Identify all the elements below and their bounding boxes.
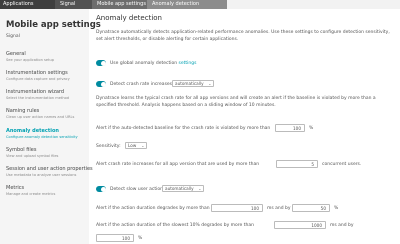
- action-ms-and-by: ms and by: [267, 206, 291, 211]
- crash-toggle-label: Detect crash rate increases: [110, 82, 173, 87]
- breadcrumb-anomaly-detection: Anomaly detection: [147, 0, 227, 9]
- sidebar-item-label: Symbol files: [6, 147, 37, 153]
- sidebar-item-instrumentation-wizard[interactable]: Instrumentation wizard Select the instru…: [6, 89, 88, 100]
- action-duration-pct-input[interactable]: 50: [292, 204, 330, 212]
- slowest-duration-label: Alert if the action duration of the slow…: [96, 223, 254, 228]
- sensitivity-label: Sensitivity:: [96, 144, 121, 149]
- breadcrumb-applications[interactable]: Applications: [0, 0, 60, 9]
- sidebar-item-naming-rules[interactable]: Naming rules Clean up user action names …: [6, 108, 88, 119]
- sidebar-item-label: Anomaly detection: [6, 128, 59, 134]
- action-duration-ms-input[interactable]: 100: [211, 204, 263, 212]
- sidebar-item-desc: View and upload symbol files: [6, 154, 59, 158]
- sidebar-subtitle: Signal: [6, 34, 20, 39]
- global-anomaly-toggle[interactable]: [96, 60, 106, 66]
- slowest-duration-pct-input[interactable]: 100: [96, 234, 134, 242]
- sidebar-item-metrics[interactable]: Metrics Manage and create metrics: [6, 185, 88, 196]
- crash-users-label: Alert crash rate increases for all app v…: [96, 162, 260, 167]
- crash-rate-toggle[interactable]: [96, 81, 106, 87]
- sidebar-item-general[interactable]: General See your application setup: [6, 51, 88, 62]
- sidebar-item-desc: Clean up user action names and URLs: [6, 115, 75, 119]
- sidebar-item-anomaly-detection[interactable]: Anomaly detection Configure anomaly dete…: [6, 128, 88, 139]
- chevron-down-icon: ⌄: [198, 186, 202, 191]
- crash-threshold-unit: %: [309, 126, 314, 131]
- sidebar-item-label: Naming rules: [6, 108, 40, 114]
- sidebar-item-desc: Manage and create metrics: [6, 192, 56, 196]
- crash-users-unit: concurrent users.: [322, 162, 362, 167]
- sidebar-item-session-properties[interactable]: Session and user action properties Use m…: [6, 166, 93, 177]
- breadcrumb-signal[interactable]: Signal: [55, 0, 97, 9]
- main-content: Anomaly detection Dynatrace automaticall…: [96, 9, 400, 244]
- sidebar-item-label: Instrumentation wizard: [6, 89, 65, 95]
- chevron-down-icon: ⌄: [141, 143, 145, 148]
- crash-users-input[interactable]: 5: [276, 160, 318, 168]
- sidebar: Mobile app settings Signal General See y…: [0, 9, 101, 244]
- crash-threshold-input[interactable]: 100: [275, 124, 305, 132]
- slowest-ms-and-by: ms and by: [330, 223, 354, 228]
- sidebar-item-symbol-files[interactable]: Symbol files View and upload symbol file…: [6, 147, 88, 158]
- page-title: Anomaly detection: [96, 14, 162, 22]
- intro-text: Dynatrace automatically detects applicat…: [96, 30, 390, 42]
- slow-actions-toggle[interactable]: [96, 186, 106, 192]
- sidebar-item-label: Metrics: [6, 185, 25, 191]
- slow-mode-select[interactable]: automatically ⌄: [162, 185, 204, 192]
- sidebar-item-label: Instrumentation settings: [6, 70, 68, 76]
- sidebar-item-label: Session and user action properties: [6, 166, 93, 172]
- action-pct-unit: %: [334, 206, 339, 211]
- sidebar-item-desc: Configure data capture and privacy: [6, 77, 70, 81]
- chevron-down-icon: ⌄: [208, 81, 212, 86]
- slowest-duration-ms-input[interactable]: 1000: [274, 221, 326, 229]
- sidebar-title: Mobile app settings: [6, 20, 101, 30]
- sensitivity-select[interactable]: Low ⌄: [125, 142, 147, 149]
- crash-threshold-label: Alert if the auto-detected baseline for …: [96, 126, 271, 131]
- breadcrumb-mobile-app-settings[interactable]: Mobile app settings: [92, 0, 152, 9]
- settings-link[interactable]: settings: [179, 61, 197, 66]
- sidebar-item-desc: Configure anomaly detection sensitivity: [6, 135, 78, 139]
- crash-description: Dynatrace learns the typical crash rate …: [96, 96, 376, 108]
- global-toggle-label: Use global anomaly detection settings: [110, 61, 197, 66]
- crash-mode-select[interactable]: automatically ⌄: [172, 80, 214, 87]
- slowest-pct-unit: %: [138, 236, 143, 241]
- sidebar-item-desc: Use metadata to analyze user sessions: [6, 173, 77, 177]
- action-duration-label: Alert if the action duration degrades by…: [96, 206, 210, 211]
- sidebar-item-label: General: [6, 51, 26, 57]
- slow-toggle-label: Detect slow user actions: [110, 187, 166, 192]
- sidebar-item-instrumentation-settings[interactable]: Instrumentation settings Configure data …: [6, 70, 88, 81]
- sidebar-item-desc: Select the instrumentation method: [6, 96, 70, 100]
- sidebar-item-desc: See your application setup: [6, 58, 55, 62]
